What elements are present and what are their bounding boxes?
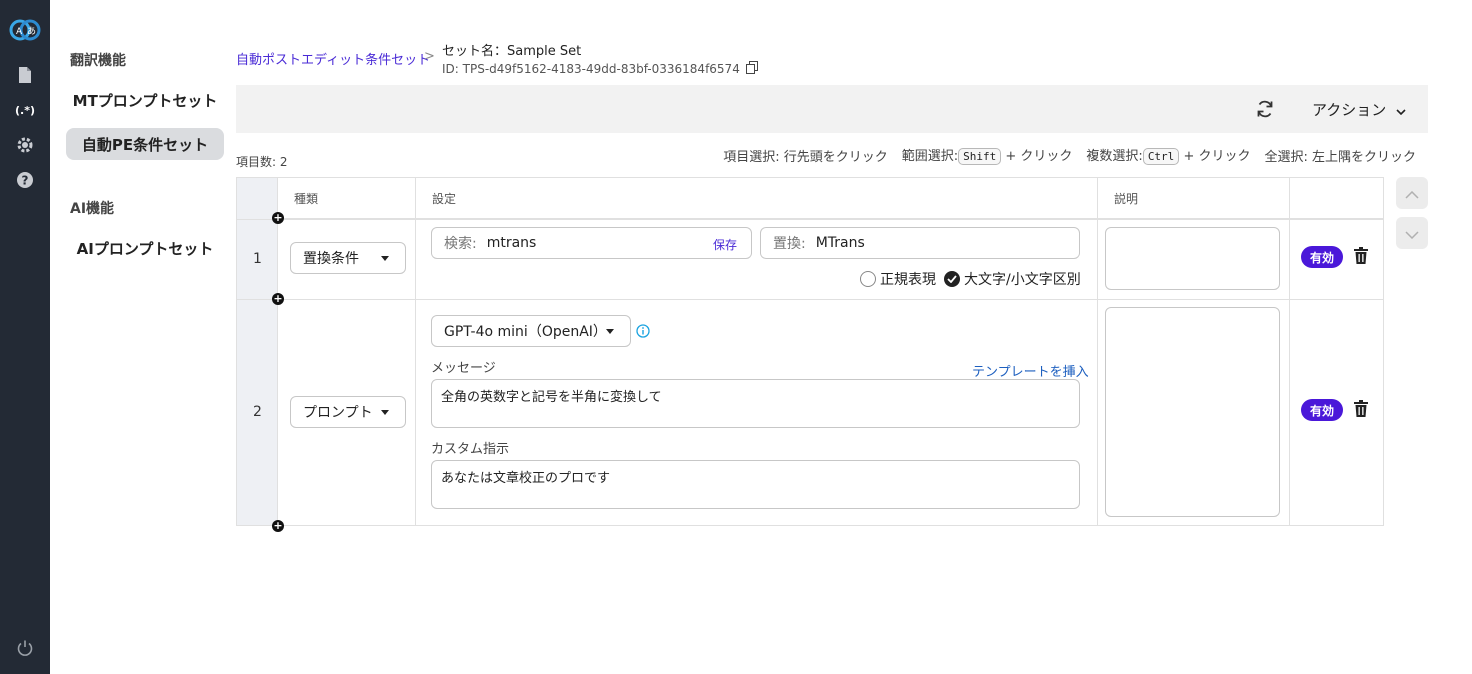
power-icon[interactable] — [15, 638, 35, 658]
message-label: メッセージ — [431, 361, 496, 376]
document-icon[interactable] — [15, 65, 35, 85]
toolbar: アクション — [236, 85, 1428, 133]
hint-multi-select: 複数選択: Ctrl + クリック — [1086, 148, 1251, 165]
status-badge[interactable]: 有効 — [1301, 399, 1343, 421]
regex-label: 正規表現 — [880, 272, 936, 288]
breadcrumb-separator: > — [424, 49, 435, 64]
set-id: ID: TPS-d49f5162-4183-49dd-83bf-0336184f… — [442, 61, 758, 77]
row-divider — [237, 219, 1383, 220]
search-label: 検索: — [444, 236, 477, 252]
custom-instruction-label: カスタム指示 — [431, 442, 510, 457]
refresh-icon[interactable] — [1255, 99, 1275, 119]
caret-down-icon — [606, 329, 614, 334]
copy-icon[interactable] — [745, 61, 758, 77]
select-all-corner[interactable] — [237, 178, 278, 525]
row-divider — [237, 299, 1383, 300]
app-logo-icon[interactable]: A あ — [9, 17, 41, 43]
header-type: 種類 — [278, 178, 415, 219]
set-id-text: ID: TPS-d49f5162-4183-49dd-83bf-0336184f… — [442, 62, 740, 76]
secondary-nav: 翻訳機能 MTプロンプトセット 自動PE条件セット AI機能 AIプロンプトセッ… — [50, 0, 236, 674]
header-actions — [1290, 178, 1383, 219]
type-select[interactable]: プロンプト — [290, 396, 406, 428]
insert-row-icon[interactable]: + — [272, 293, 284, 305]
set-name: セット名：Sample Set — [442, 44, 582, 59]
nav-item-ai-prompt-set[interactable]: AIプロンプトセット — [66, 232, 224, 264]
column-divider — [1097, 178, 1098, 525]
svg-text:A: A — [16, 27, 23, 37]
replace-label: 置換: — [773, 236, 806, 252]
regex-option[interactable]: 正規表現 — [860, 269, 936, 289]
nav-section-translation: 翻訳機能 — [70, 53, 126, 69]
type-select[interactable]: 置換条件 — [290, 242, 406, 274]
radio-empty-icon[interactable] — [860, 271, 876, 287]
row-number[interactable]: 1 — [237, 251, 278, 267]
header-settings: 設定 — [416, 178, 1097, 219]
move-up-button[interactable] — [1396, 177, 1428, 209]
model-select-value: GPT-4o mini（OpenAI） — [444, 324, 607, 340]
breadcrumb-link[interactable]: 自動ポストエディット条件セット — [236, 49, 430, 68]
column-divider — [1289, 178, 1290, 525]
hint-range-select: 範囲選択: Shift + クリック — [901, 148, 1073, 165]
search-field[interactable]: 検索: mtrans 保存 — [431, 227, 752, 259]
insert-row-icon[interactable]: + — [272, 212, 284, 224]
info-icon[interactable] — [636, 323, 650, 338]
nav-item-auto-pe-set[interactable]: 自動PE条件セット — [66, 128, 224, 160]
hint-all-select: 全選択: 左上隅をクリック — [1264, 149, 1416, 165]
status-badge[interactable]: 有効 — [1301, 246, 1343, 268]
move-down-button[interactable] — [1396, 217, 1428, 249]
insert-row-icon[interactable]: + — [272, 520, 284, 532]
nav-section-ai: AI機能 — [70, 201, 115, 217]
item-count: 項目数: 2 — [236, 155, 288, 169]
message-textarea[interactable]: 全角の英数字と記号を半角に変換して — [431, 379, 1080, 428]
action-label: アクション — [1312, 101, 1387, 119]
column-divider — [415, 178, 416, 525]
ctrl-key: Ctrl — [1142, 148, 1180, 165]
icon-rail: A あ (.*) ? — [0, 0, 50, 674]
replace-field[interactable]: 置換: MTrans — [760, 227, 1080, 259]
header-description: 説明 — [1098, 178, 1289, 219]
check-circle-icon[interactable] — [944, 271, 960, 287]
description-textarea[interactable] — [1105, 227, 1280, 290]
shift-key: Shift — [958, 148, 1002, 165]
caret-down-icon — [381, 410, 389, 415]
hint-item-select: 項目選択: 行先頭をクリック — [723, 149, 888, 165]
nav-item-mt-prompt-set[interactable]: MTプロンプトセット — [66, 84, 224, 116]
svg-text:?: ? — [22, 174, 29, 188]
action-menu-button[interactable]: アクション — [1312, 99, 1406, 120]
insert-template-link[interactable]: テンプレートを挿入 — [972, 361, 1089, 380]
case-sensitive-option[interactable]: 大文字/小文字区別 — [944, 269, 1081, 289]
row-number[interactable]: 2 — [237, 404, 278, 420]
custom-instruction-textarea[interactable]: あなたは文章校正のプロです — [431, 460, 1080, 509]
replace-value: MTrans — [815, 235, 865, 251]
type-select-value: 置換条件 — [303, 251, 359, 267]
svg-text:あ: あ — [27, 26, 36, 37]
chevron-down-icon — [1405, 224, 1419, 243]
selection-hints: 項目選択: 行先頭をクリック 範囲選択: Shift + クリック 複数選択: Ct… — [723, 145, 1416, 165]
caret-down-icon — [381, 256, 389, 261]
type-select-value: プロンプト — [303, 405, 373, 421]
save-link[interactable]: 保存 — [713, 236, 737, 253]
trash-icon[interactable] — [1353, 247, 1369, 265]
chevron-up-icon — [1405, 184, 1419, 203]
gear-icon[interactable] — [15, 135, 35, 155]
case-label: 大文字/小文字区別 — [964, 272, 1081, 288]
help-icon[interactable]: ? — [15, 170, 35, 190]
search-value: mtrans — [486, 235, 537, 251]
chevron-down-icon — [1396, 101, 1406, 119]
description-textarea[interactable] — [1105, 307, 1280, 517]
trash-icon[interactable] — [1353, 400, 1369, 418]
regex-icon[interactable]: (.*) — [15, 100, 35, 120]
model-select[interactable]: GPT-4o mini（OpenAI） — [431, 315, 631, 347]
